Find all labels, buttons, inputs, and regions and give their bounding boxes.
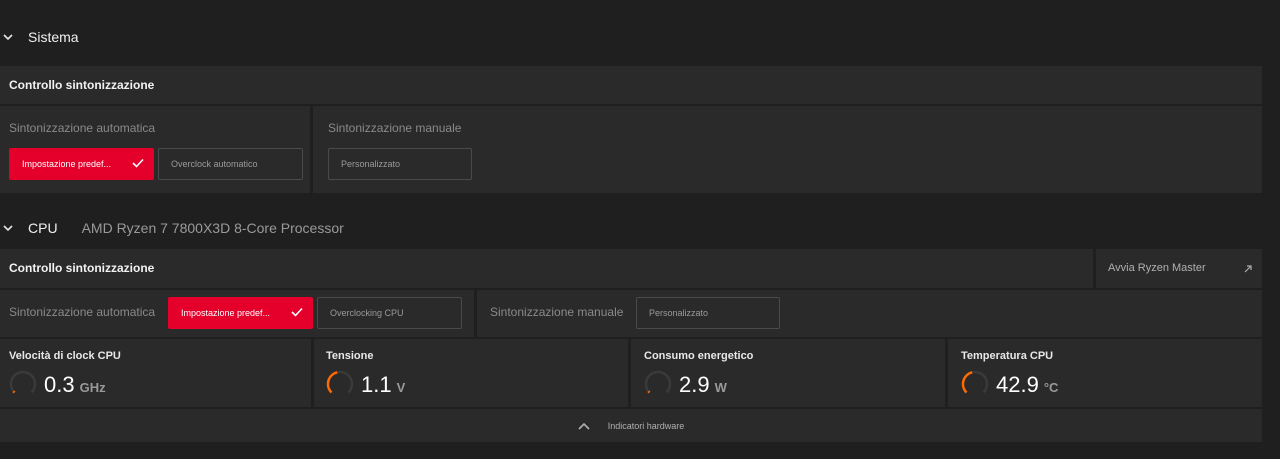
metric-value: 42.9 °C <box>996 372 1058 398</box>
divider <box>628 339 631 407</box>
sistema-tuning-card: Controllo sintonizzazione Sintonizzazion… <box>0 66 1262 193</box>
gauge-icon <box>9 370 37 394</box>
sistema-manual-label: Sintonizzazione manuale <box>328 121 462 135</box>
gauge-fill <box>647 390 651 394</box>
cpu-overclocking-label: Overclocking CPU <box>330 308 404 318</box>
checkmark-icon <box>291 307 303 317</box>
sistema-default-button[interactable]: Impostazione predef... <box>9 148 154 180</box>
cpu-custom-label: Personalizzato <box>649 308 709 318</box>
checkmark-icon <box>132 158 144 168</box>
gauge-icon <box>961 370 989 394</box>
metric-value: 0.3 GHz <box>44 372 106 398</box>
cpu-manual-label: Sintonizzazione manuale <box>490 305 624 319</box>
hardware-indicators-label: Indicatori hardware <box>607 420 685 431</box>
chevron-down-icon[interactable] <box>2 222 14 234</box>
metric-voltage: Tensione 1.1 V <box>314 339 628 407</box>
cpu-overclocking-button[interactable]: Overclocking CPU <box>317 297 462 329</box>
cpu-default-label: Impostazione predef... <box>181 308 271 318</box>
metric-cpu-clock: Velocità di clock CPU 0.3 GHz <box>0 339 311 407</box>
metric-temperature: Temperatura CPU 42.9 °C <box>948 339 1262 407</box>
divider <box>0 104 1262 106</box>
gauge-track <box>644 370 672 394</box>
divider <box>0 288 1262 290</box>
external-link-icon <box>1244 265 1252 273</box>
metric-title: Tensione <box>326 350 374 362</box>
chevron-down-icon[interactable] <box>2 31 14 43</box>
sistema-card-header: Controllo sintonizzazione <box>0 66 1262 104</box>
metric-number: 0.3 <box>44 372 75 397</box>
metric-value: 2.9 W <box>679 372 727 398</box>
cpu-section-header[interactable]: CPU AMD Ryzen 7 7800X3D 8-Core Processor <box>0 218 344 238</box>
divider <box>310 106 313 193</box>
sistema-card-title: Controllo sintonizzazione <box>9 78 155 92</box>
sistema-auto-overclock-label: Overclock automatico <box>171 159 258 169</box>
metric-number: 2.9 <box>679 372 710 397</box>
gauge-fill <box>12 390 16 394</box>
divider <box>1093 249 1096 289</box>
chevron-up-icon <box>578 422 590 430</box>
metric-title: Temperatura CPU <box>961 350 1054 362</box>
metric-number: 42.9 <box>996 372 1039 397</box>
cpu-auto-label: Sintonizzazione automatica <box>9 305 156 319</box>
sistema-title: Sistema <box>28 29 79 45</box>
cpu-card-title: Controllo sintonizzazione <box>9 261 155 275</box>
cpu-title: CPU <box>28 220 58 236</box>
cpu-default-button[interactable]: Impostazione predef... <box>168 297 313 329</box>
sistema-custom-label: Personalizzato <box>341 159 401 169</box>
metric-value: 1.1 V <box>361 372 405 398</box>
metric-unit: GHz <box>79 380 106 395</box>
cpu-tuning-card: Controllo sintonizzazione Avvia Ryzen Ma… <box>0 249 1262 442</box>
metric-power: Consumo energetico 2.9 W <box>631 339 945 407</box>
gauge-fill <box>961 371 973 394</box>
gauge-fill <box>326 371 338 394</box>
divider <box>474 289 477 337</box>
sistema-custom-button[interactable]: Personalizzato <box>328 148 472 180</box>
metric-unit: °C <box>1043 380 1059 395</box>
gauge-icon <box>644 370 672 394</box>
divider <box>311 339 314 407</box>
sistema-default-label: Impostazione predef... <box>22 159 112 169</box>
metric-unit: V <box>396 380 406 395</box>
metric-title: Velocità di clock CPU <box>9 350 121 362</box>
metric-title: Consumo energetico <box>644 350 754 362</box>
sistema-section-header[interactable]: Sistema <box>0 27 79 47</box>
sistema-auto-overclock-button[interactable]: Overclock automatico <box>158 148 303 180</box>
launch-ryzen-master-button[interactable]: Avvia Ryzen Master <box>1108 262 1258 274</box>
metric-number: 1.1 <box>361 372 392 397</box>
divider <box>945 339 948 407</box>
cpu-card-header: Controllo sintonizzazione <box>0 249 1093 287</box>
cpu-custom-button[interactable]: Personalizzato <box>636 297 780 329</box>
ryzen-master-label: Avvia Ryzen Master <box>1108 262 1206 274</box>
hardware-indicators-toggle[interactable]: Indicatori hardware <box>0 409 1262 442</box>
metric-unit: W <box>714 380 727 395</box>
gauge-track <box>9 370 37 394</box>
gauge-icon <box>326 370 354 394</box>
sistema-auto-label: Sintonizzazione automatica <box>9 121 156 135</box>
cpu-processor-name: AMD Ryzen 7 7800X3D 8-Core Processor <box>81 220 344 236</box>
